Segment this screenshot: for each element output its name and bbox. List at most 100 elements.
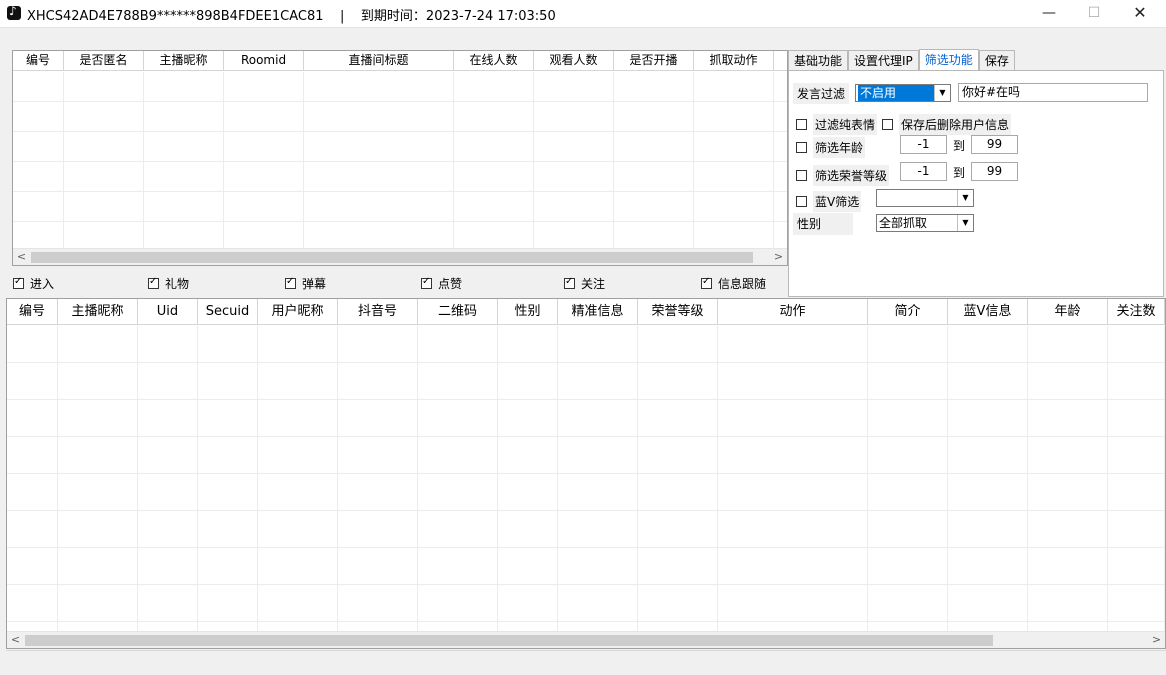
table-cell[interactable] [558, 548, 638, 584]
table-cell[interactable] [638, 548, 718, 584]
table-cell[interactable] [338, 363, 418, 399]
table-cell[interactable] [198, 326, 258, 362]
table-row[interactable] [7, 400, 1165, 437]
table-cell[interactable] [558, 437, 638, 473]
checkbox-icon[interactable] [882, 119, 893, 130]
table-cell[interactable] [418, 326, 498, 362]
check-follow[interactable]: 关注 [564, 275, 605, 292]
table-cell[interactable] [58, 511, 138, 547]
table-cell[interactable] [58, 474, 138, 510]
table-cell[interactable] [948, 326, 1028, 362]
table-cell[interactable] [694, 132, 774, 161]
table-cell[interactable] [718, 548, 868, 584]
table-cell[interactable] [774, 192, 787, 221]
table-cell[interactable] [1028, 474, 1108, 510]
table-cell[interactable] [774, 72, 787, 101]
table-cell[interactable] [58, 326, 138, 362]
table-cell[interactable] [304, 72, 454, 101]
table-row[interactable] [7, 326, 1165, 363]
table-cell[interactable] [718, 474, 868, 510]
check-filter-age[interactable]: 筛选年龄 [796, 137, 866, 158]
col-header-id[interactable]: 编号 [13, 51, 64, 70]
check-danmaku[interactable]: 弹幕 [285, 275, 326, 292]
table-cell[interactable] [64, 162, 144, 191]
table-cell[interactable] [638, 326, 718, 362]
table-cell[interactable] [64, 132, 144, 161]
chevron-down-icon[interactable]: ▼ [957, 190, 973, 206]
col-header-anchor-nickname[interactable]: 主播昵称 [144, 51, 224, 70]
tab-basic[interactable]: 基础功能 [788, 50, 849, 71]
table-cell[interactable] [638, 585, 718, 621]
table-cell[interactable] [144, 132, 224, 161]
table-cell[interactable] [64, 72, 144, 101]
table-cell[interactable] [138, 585, 198, 621]
table-row[interactable] [7, 511, 1165, 548]
table-row[interactable] [13, 192, 787, 222]
age-max-input[interactable]: 99 [971, 135, 1018, 154]
table-cell[interactable] [638, 437, 718, 473]
table-cell[interactable] [774, 132, 787, 161]
table-cell[interactable] [198, 511, 258, 547]
table-cell[interactable] [304, 132, 454, 161]
check-delete-after-save[interactable]: 保存后删除用户信息 [882, 114, 1012, 135]
table-cell[interactable] [614, 72, 694, 101]
table-cell[interactable] [13, 132, 64, 161]
table-cell[interactable] [7, 511, 58, 547]
speech-keywords-input[interactable]: 你好#在吗 [958, 83, 1148, 102]
col-header-secuid[interactable]: Secuid [198, 299, 258, 324]
table-cell[interactable] [868, 326, 948, 362]
table-cell[interactable] [498, 400, 558, 436]
table-cell[interactable] [418, 511, 498, 547]
table-cell[interactable] [338, 400, 418, 436]
chevron-down-icon[interactable]: ▼ [934, 85, 950, 101]
table-cell[interactable] [304, 192, 454, 221]
scroll-right-arrow-icon[interactable]: > [770, 249, 787, 265]
table-cell[interactable] [7, 437, 58, 473]
room-list-grid[interactable]: 编号 是否匿名 主播昵称 Roomid 直播间标题 在线人数 观看人数 是否开播… [12, 50, 788, 266]
close-button[interactable]: ✕ [1117, 0, 1163, 28]
table-cell[interactable] [258, 326, 338, 362]
speech-filter-select[interactable]: 不启用 ▼ [855, 84, 951, 102]
table-row[interactable] [7, 437, 1165, 474]
table-cell[interactable] [258, 400, 338, 436]
table-cell[interactable] [1028, 585, 1108, 621]
col-header-view-count[interactable]: 观看人数 [534, 51, 614, 70]
col-header-anchor-nickname[interactable]: 主播昵称 [58, 299, 138, 324]
table-cell[interactable] [7, 363, 58, 399]
table-cell[interactable] [1108, 548, 1165, 584]
check-bluev-filter[interactable]: 蓝V筛选 [796, 191, 862, 212]
gender-select[interactable]: 全部抓取 ▼ [876, 214, 974, 232]
check-enter[interactable]: 进入 [13, 275, 54, 292]
table-cell[interactable] [418, 400, 498, 436]
table-cell[interactable] [638, 400, 718, 436]
table-row[interactable] [7, 474, 1165, 511]
table-cell[interactable] [774, 222, 787, 251]
table-cell[interactable] [454, 192, 534, 221]
scroll-left-arrow-icon[interactable]: < [13, 249, 30, 265]
table-cell[interactable] [7, 474, 58, 510]
table-cell[interactable] [534, 102, 614, 131]
table-cell[interactable] [558, 363, 638, 399]
table-cell[interactable] [498, 437, 558, 473]
table-cell[interactable] [144, 192, 224, 221]
table-cell[interactable] [558, 585, 638, 621]
table-cell[interactable] [144, 72, 224, 101]
col-header-roomid[interactable]: Roomid [224, 51, 304, 70]
table-cell[interactable] [948, 363, 1028, 399]
check-pure-emoji[interactable]: 过滤纯表情 [796, 114, 878, 135]
table-cell[interactable] [948, 511, 1028, 547]
table-cell[interactable] [58, 548, 138, 584]
col-header-bluev-info[interactable]: 蓝V信息 [948, 299, 1028, 324]
table-cell[interactable] [1028, 326, 1108, 362]
table-cell[interactable] [304, 162, 454, 191]
table-cell[interactable] [338, 474, 418, 510]
checkbox-icon[interactable] [796, 119, 807, 130]
col-header-honor-level[interactable]: 荣誉等级 [638, 299, 718, 324]
table-cell[interactable] [258, 474, 338, 510]
table-cell[interactable] [224, 132, 304, 161]
checkbox-icon[interactable] [796, 170, 807, 181]
table-cell[interactable] [948, 548, 1028, 584]
table-cell[interactable] [138, 511, 198, 547]
table-cell[interactable] [694, 162, 774, 191]
table-cell[interactable] [1108, 363, 1165, 399]
